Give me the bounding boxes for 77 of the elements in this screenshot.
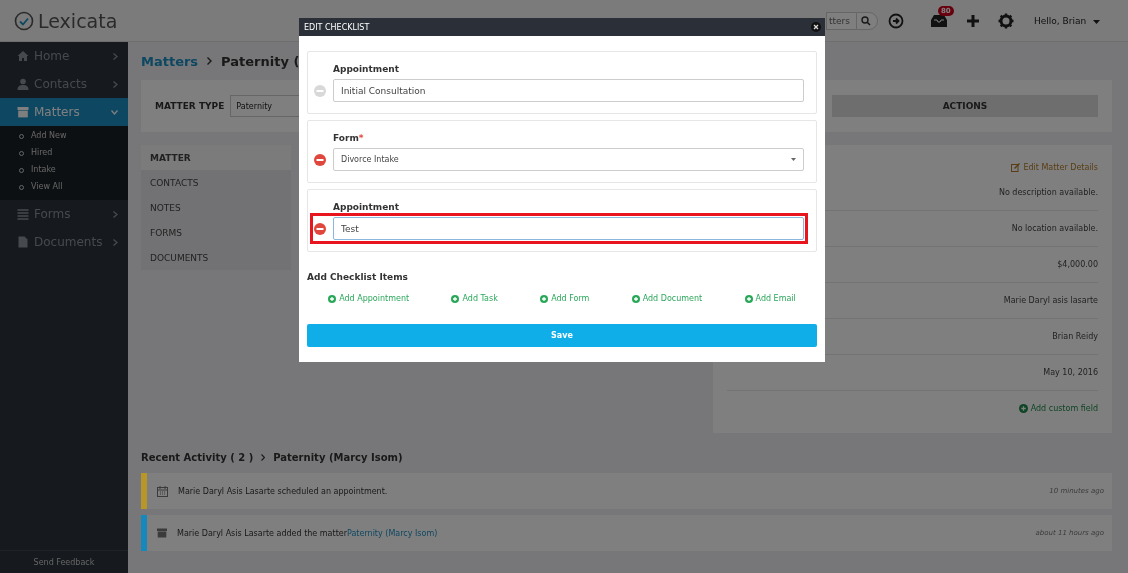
search-button[interactable]	[856, 11, 878, 30]
check-circle-icon	[14, 10, 34, 31]
breadcrumb-current: Paternity (	[221, 53, 300, 69]
plus-circle-icon	[451, 294, 460, 303]
arrow-circle-icon[interactable]	[888, 12, 904, 29]
app-logo[interactable]: Lexicata	[38, 9, 118, 32]
form-select[interactable]: Divorce Intake	[333, 148, 804, 171]
detail-value: May 10, 2016	[1043, 368, 1098, 377]
plus-circle-icon	[328, 294, 337, 303]
sidebar-item[interactable]: Matters	[0, 98, 128, 126]
plus-circle-icon	[631, 294, 640, 303]
actions-button[interactable]: ACTIONS	[832, 95, 1098, 117]
required-mark: *	[358, 133, 364, 143]
matter-tab[interactable]: NOTES	[141, 195, 291, 220]
detail-value: $4,000.00	[1057, 260, 1098, 269]
matter-tab[interactable]: MATTER	[141, 145, 291, 170]
archive-icon	[157, 528, 167, 538]
add-item-link[interactable]: Add Email	[744, 294, 796, 303]
chevron-right-icon	[113, 238, 118, 246]
chevron-right-icon	[207, 57, 213, 65]
close-icon[interactable]	[811, 22, 821, 32]
plus-circle-icon	[540, 294, 549, 303]
search-field[interactable]: tters	[826, 11, 856, 30]
breadcrumb-link[interactable]: Matters	[141, 53, 199, 69]
matter-tab[interactable]: FORMS	[141, 220, 291, 245]
calendar-icon	[157, 485, 168, 497]
detail-value: Brian Reidy	[1052, 332, 1098, 341]
chevron-right-icon	[113, 210, 118, 218]
field-label: MATTER TYPE	[155, 101, 225, 111]
add-custom-field-link[interactable]: Add custom field	[727, 391, 1098, 425]
add-item-link[interactable]: Add Document	[631, 294, 703, 303]
caret-icon	[791, 158, 796, 161]
user-icon	[17, 78, 29, 90]
chevron-right-icon	[261, 453, 266, 461]
field-label: Appointment	[333, 64, 400, 74]
remove-icon[interactable]	[314, 153, 326, 166]
section-title: Add Checklist Items	[307, 272, 409, 282]
add-item-link[interactable]: Add Task	[451, 294, 498, 303]
detail-value: No description available.	[998, 188, 1098, 197]
settings-icon[interactable]	[998, 12, 1014, 29]
section-title: Paternity (Marcy Isom)	[273, 451, 403, 463]
matter-link[interactable]: Paternity (Marcy Isom)	[347, 528, 438, 538]
remove-icon[interactable]	[314, 222, 326, 235]
caret-icon	[1093, 19, 1100, 24]
save-button[interactable]: Save	[307, 324, 817, 347]
detail-value: Marie Daryl asis lasarte	[1003, 296, 1098, 305]
appointment-input[interactable]: Test	[333, 217, 804, 240]
activity-text: Marie Daryl Asis Lasarte scheduled an appointment.	[178, 486, 389, 496]
plus-circle-icon	[1018, 403, 1028, 413]
chevron-down-icon	[111, 109, 118, 115]
field-label: Appointment	[333, 202, 400, 212]
matter-tab[interactable]: DOCUMENTS	[141, 245, 291, 270]
list-icon	[17, 208, 29, 220]
search-icon	[861, 15, 871, 26]
archive-icon	[17, 106, 29, 118]
edit-icon	[1011, 162, 1021, 172]
section-title: Recent Activity ( 2 )	[141, 451, 254, 463]
dialog-title: EDIT CHECKLIST	[304, 22, 370, 32]
plus-icon[interactable]	[966, 13, 980, 28]
home-icon	[17, 50, 29, 62]
appointment-input[interactable]: Initial Consultation	[333, 79, 804, 102]
detail-value: No location available.	[1011, 224, 1098, 233]
user-menu[interactable]: Hello, Brian	[1034, 15, 1100, 26]
chevron-right-icon	[113, 80, 118, 88]
sidebar-subitem[interactable]: View All	[0, 180, 128, 197]
sidebar-subitem[interactable]: Hired	[0, 146, 128, 163]
activity-text: Marie Daryl Asis Lasarte added the matterPaternity (Marcy Isom)	[177, 528, 439, 538]
add-item-link[interactable]: Add Form	[540, 294, 590, 303]
add-item-link[interactable]: Add Appointment	[328, 294, 410, 303]
field-label: Form	[333, 133, 359, 143]
chevron-right-icon	[113, 52, 118, 60]
matter-tab[interactable]: CONTACTS	[141, 170, 291, 195]
plus-circle-icon	[744, 294, 753, 303]
inbox-icon[interactable]	[930, 13, 948, 28]
file-icon	[17, 236, 29, 248]
sidebar-subitem[interactable]: Intake	[0, 163, 128, 180]
sidebar-subitem[interactable]: Add New	[0, 129, 128, 146]
